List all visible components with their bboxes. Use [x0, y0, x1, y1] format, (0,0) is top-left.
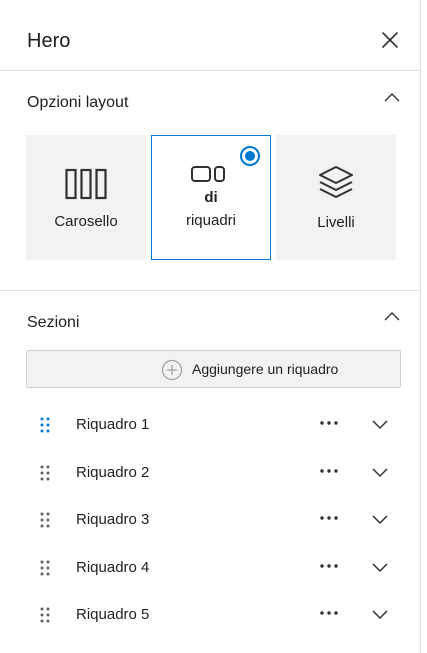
- more-options-button[interactable]: [318, 559, 340, 573]
- expand-tile-button[interactable]: [370, 604, 390, 624]
- drag-handle-icon: [40, 417, 50, 433]
- tiles-icon: [191, 166, 225, 182]
- tile-label: Riquadro 2: [76, 463, 150, 481]
- tile-row[interactable]: Riquadro 4: [0, 547, 421, 587]
- chevron-up-icon: [384, 93, 400, 102]
- more-options-button[interactable]: [318, 416, 340, 430]
- layout-card-carousel[interactable]: Carosello: [26, 135, 146, 260]
- layout-card-layers[interactable]: Livelli: [276, 135, 396, 260]
- layout-options-title: Opzioni layout: [27, 94, 129, 111]
- drag-handle-button[interactable]: [37, 416, 53, 434]
- tile-row[interactable]: Riquadro 5: [0, 594, 421, 634]
- tiles-label-line2: riquadri: [185, 212, 237, 229]
- expand-tile-button[interactable]: [370, 462, 390, 482]
- more-icon: [320, 563, 338, 568]
- drag-handle-button[interactable]: [37, 464, 53, 482]
- pane-edge: [420, 0, 421, 653]
- expand-tile-button[interactable]: [370, 414, 390, 434]
- expand-tile-button[interactable]: [370, 557, 390, 577]
- add-tile-button[interactable]: Aggiungere un riquadro: [26, 350, 401, 388]
- more-icon: [320, 468, 338, 473]
- more-icon: [320, 516, 338, 520]
- pane-title: Hero: [27, 30, 71, 52]
- close-icon: [382, 32, 398, 48]
- pane-header: Hero: [0, 0, 421, 70]
- more-options-button[interactable]: [318, 464, 340, 478]
- layout-card-tiles[interactable]: di riquadri: [151, 135, 271, 260]
- layout-options-collapse-button[interactable]: [382, 88, 402, 108]
- add-circle-icon: [161, 359, 183, 381]
- sections-collapse-button[interactable]: [382, 307, 402, 327]
- header-divider: [0, 70, 421, 71]
- drag-handle-icon: [40, 512, 50, 528]
- section-divider: [0, 290, 421, 291]
- layers-label: Livelli: [317, 214, 355, 231]
- drag-handle-button[interactable]: [37, 559, 53, 577]
- tile-label: Riquadro 5: [76, 606, 150, 623]
- chevron-down-icon: [372, 420, 388, 430]
- carousel-label: Carosello: [54, 213, 118, 230]
- tiles-label-line1: di: [204, 189, 218, 206]
- drag-handle-button[interactable]: [37, 511, 53, 529]
- chevron-down-icon: [372, 562, 388, 572]
- more-icon: [320, 611, 338, 615]
- carousel-icon: [65, 168, 107, 200]
- more-options-button[interactable]: [318, 606, 340, 620]
- add-tile-label: Aggiungere un riquadro: [192, 361, 339, 377]
- drag-handle-button[interactable]: [37, 606, 53, 624]
- tile-row[interactable]: Riquadro 2: [0, 452, 421, 492]
- chevron-down-icon: [372, 515, 388, 525]
- tile-label: Riquadro 3: [76, 511, 150, 528]
- selected-radio-indicator: [240, 146, 260, 166]
- more-options-button[interactable]: [318, 511, 340, 525]
- drag-handle-icon: [40, 560, 50, 575]
- close-button[interactable]: [378, 28, 402, 52]
- more-icon: [320, 421, 338, 425]
- expand-tile-button[interactable]: [370, 509, 390, 529]
- drag-handle-icon: [40, 465, 50, 480]
- sections-title: Sezioni: [27, 314, 80, 331]
- hero-property-pane: Hero Opzioni layout Carosello di riquadr…: [0, 0, 421, 653]
- chevron-down-icon: [372, 610, 388, 620]
- chevron-down-icon: [372, 467, 388, 477]
- tile-row[interactable]: Riquadro 3: [0, 499, 421, 539]
- drag-handle-icon: [40, 607, 50, 623]
- tile-row[interactable]: Riquadro 1: [0, 404, 421, 444]
- layers-icon: [319, 166, 353, 198]
- tile-label: Riquadro 4: [76, 558, 150, 576]
- chevron-up-icon: [384, 312, 400, 321]
- tile-label: Riquadro 1: [76, 416, 150, 433]
